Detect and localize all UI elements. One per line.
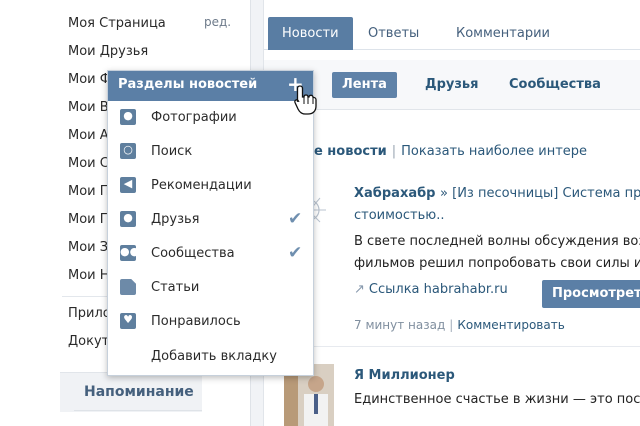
sidebar-item-my-page[interactable]: Моя Страница bbox=[68, 15, 166, 33]
post-time[interactable]: 7 минут назад bbox=[354, 318, 445, 332]
camera-icon: ● bbox=[120, 109, 136, 125]
post-divider bbox=[284, 346, 640, 347]
tab-news[interactable]: Новости bbox=[268, 17, 353, 50]
post-header: Хабрахабр » [Из песочницы] Система пр bbox=[354, 186, 640, 201]
sidebar-item-documents[interactable]: Докут bbox=[68, 333, 109, 351]
filter-option[interactable]: Показать наиболее интере bbox=[401, 144, 587, 159]
post-title-continuation[interactable]: стоимостью.. bbox=[354, 208, 444, 223]
tab-replies[interactable]: Ответы bbox=[354, 17, 433, 50]
heart-icon: ♥ bbox=[120, 313, 136, 329]
tabs-bar: Новости Ответы Комментарии bbox=[264, 14, 640, 50]
dropdown-item-photos[interactable]: ● Фотографии bbox=[108, 101, 313, 135]
dropdown-item-label: Сообщества bbox=[151, 246, 235, 261]
post-author[interactable]: Хабрахабр bbox=[354, 186, 436, 201]
reminder-block[interactable]: Напоминание bbox=[60, 372, 202, 412]
reminder-label: Напоминание bbox=[84, 384, 194, 400]
dropdown-item-label: Рекомендации bbox=[151, 178, 252, 193]
post-link-label: Ссылка habrahabr.ru bbox=[368, 282, 508, 297]
hand-cursor-icon bbox=[294, 85, 317, 115]
meta-separator: | bbox=[449, 318, 454, 332]
link-arrow-icon: ↗ bbox=[354, 282, 365, 297]
sidebar-item-bookmarks[interactable]: Мои З bbox=[68, 239, 108, 257]
user-icon: ● bbox=[120, 211, 136, 227]
subtab-feed[interactable]: Лента bbox=[332, 72, 397, 98]
dropdown-header[interactable]: Разделы новостей + bbox=[108, 71, 313, 101]
tab-comments[interactable]: Комментарии bbox=[442, 17, 564, 50]
post-text-line: В свете последней волны обсуждения воз bbox=[354, 234, 640, 249]
sidebar-item-settings[interactable]: Мои Н bbox=[68, 267, 110, 285]
subtab-friends[interactable]: Друзья bbox=[415, 72, 488, 98]
search-icon: ○ bbox=[120, 143, 136, 159]
dropdown-item-articles[interactable]: Статьи bbox=[108, 271, 313, 305]
dropdown-title: Разделы новостей bbox=[118, 77, 258, 92]
view-button[interactable]: Просмотреть bbox=[542, 280, 640, 308]
edit-menu-link[interactable]: ред. bbox=[204, 15, 231, 29]
news-sections-bar: Лента Друзья Сообщества bbox=[264, 60, 640, 110]
megaphone-icon: ◀ bbox=[120, 177, 136, 193]
post-text-line: Единственное счастье в жизни — это пос bbox=[354, 392, 640, 407]
sidebar-item-photos[interactable]: Мои Ф bbox=[68, 71, 111, 89]
dropdown-item-communities[interactable]: ●● Сообщества ✔ bbox=[108, 237, 313, 271]
sidebar-item-p[interactable]: Мои П bbox=[68, 183, 110, 201]
check-icon: ✔ bbox=[288, 209, 303, 229]
sidebar-item-messages[interactable]: Мои С bbox=[68, 155, 109, 173]
document-icon bbox=[120, 279, 136, 295]
dropdown-item-label: Фотографии bbox=[151, 110, 237, 125]
dropdown-item-recommendations[interactable]: ◀ Рекомендации bbox=[108, 169, 313, 203]
dropdown-item-label: Понравилось bbox=[151, 314, 241, 329]
dropdown-item-liked[interactable]: ♥ Понравилось bbox=[108, 305, 313, 339]
sidebar-item-apps[interactable]: Прило bbox=[68, 305, 111, 323]
dropdown-item-label: Статьи bbox=[151, 280, 200, 295]
post-author[interactable]: Я Миллионер bbox=[354, 368, 455, 383]
dropdown-item-label: Поиск bbox=[151, 144, 193, 159]
sidebar-item-audio[interactable]: Мои А bbox=[68, 127, 109, 145]
dropdown-item-search[interactable]: ○ Поиск bbox=[108, 135, 313, 169]
dropdown-item-friends[interactable]: ● Друзья ✔ bbox=[108, 203, 313, 237]
news-panel: Новости Ответы Комментарии Лента Друзья … bbox=[263, 0, 640, 426]
post-meta: 7 минут назад | Комментировать bbox=[354, 318, 565, 332]
comment-link[interactable]: Комментировать bbox=[457, 318, 564, 332]
post-link[interactable]: ↗ Ссылка habrahabr.ru bbox=[354, 282, 508, 297]
filter-separator: | bbox=[391, 144, 397, 159]
reminder-divider bbox=[74, 410, 202, 411]
news-sections-dropdown: Разделы новостей + ● Фотографии ○ Поиск … bbox=[107, 70, 314, 376]
sidebar-item-friends[interactable]: Мои Друзья bbox=[68, 43, 148, 61]
post-crumb[interactable]: » [Из песочницы] Система пр bbox=[440, 186, 640, 201]
sidebar-item-videos[interactable]: Мои В bbox=[68, 99, 109, 117]
check-icon: ✔ bbox=[288, 243, 303, 263]
dropdown-item-label: Друзья bbox=[151, 212, 200, 227]
add-tab-link[interactable]: Добавить вкладку bbox=[151, 349, 277, 364]
subtab-communities[interactable]: Сообщества bbox=[499, 72, 611, 98]
group-icon: ●● bbox=[120, 245, 139, 261]
sidebar-item-groups[interactable]: Мои Г bbox=[68, 211, 108, 229]
post-text-line: фильмов решил попробовать свои силы и bbox=[354, 256, 640, 271]
